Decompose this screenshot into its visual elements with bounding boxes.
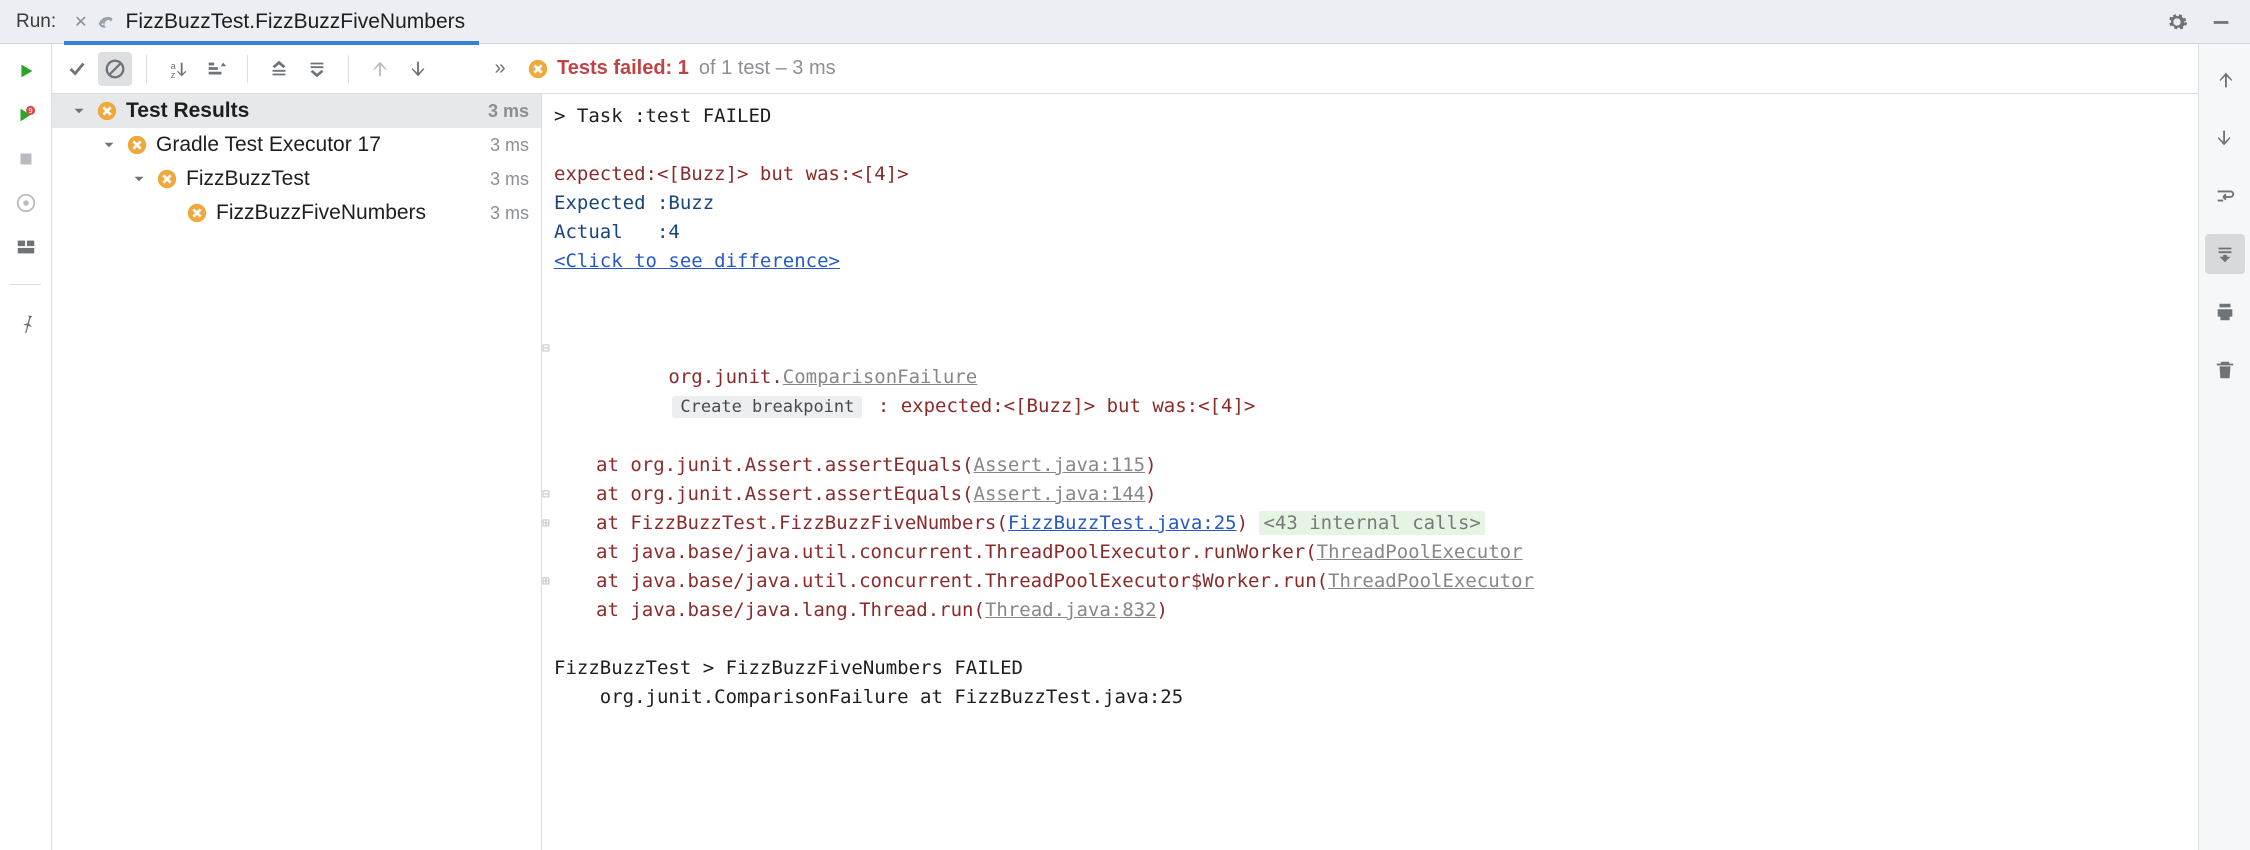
fold-icon[interactable]: ⊟ [542, 334, 550, 363]
pin-icon[interactable] [15, 311, 37, 333]
console-line: at java.base/java.lang.Thread.run(Thread… [554, 596, 2196, 625]
chevron-down-icon[interactable] [70, 102, 88, 120]
fold-icon[interactable]: ⊞ [542, 567, 550, 596]
scroll-to-end-icon[interactable] [2205, 234, 2245, 274]
console-line: Actual :4 [554, 218, 2196, 247]
next-failed-icon[interactable] [401, 52, 435, 86]
show-ignored-tests-icon[interactable] [98, 52, 132, 86]
close-tab-icon[interactable]: ✕ [74, 12, 87, 32]
tree-label: Gradle Test Executor 17 [156, 133, 381, 157]
rerun-icon[interactable] [15, 60, 37, 82]
svg-text:9: 9 [28, 106, 32, 115]
prev-failed-icon[interactable] [363, 52, 397, 86]
fail-badge-icon [126, 134, 148, 156]
tree-row[interactable]: FizzBuzzTest 3 ms [52, 162, 541, 196]
trash-icon[interactable] [2205, 350, 2245, 390]
stack-link[interactable]: Assert.java:115 [974, 454, 1146, 476]
console-line: org.junit.ComparisonFailure at FizzBuzzT… [554, 683, 2196, 712]
stop-icon[interactable] [15, 148, 37, 170]
console-line: expected:<[Buzz]> but was:<[4]> [554, 160, 2196, 189]
soft-wrap-icon[interactable] [2205, 176, 2245, 216]
show-passed-icon[interactable] [15, 192, 37, 214]
fold-icon[interactable]: ⊞ [542, 509, 550, 538]
scroll-up-icon[interactable] [2205, 60, 2245, 100]
tree-time: 3 ms [490, 169, 529, 190]
tree-label: Test Results [126, 99, 249, 123]
print-icon[interactable] [2205, 292, 2245, 332]
stack-link[interactable]: ThreadPoolExecutor [1328, 570, 1534, 592]
show-passed-tests-icon[interactable] [60, 52, 94, 86]
console-line: ⊞at FizzBuzzTest.FizzBuzzFiveNumbers(Fiz… [554, 509, 2196, 538]
test-toolbar: az » Tests fa [52, 44, 2198, 94]
settings-icon[interactable] [2166, 11, 2188, 33]
tree-row[interactable]: FizzBuzzFiveNumbers 3 ms [52, 196, 541, 230]
more-icon[interactable]: » [483, 52, 517, 86]
console-line: FizzBuzzTest > FizzBuzzFiveNumbers FAILE… [554, 654, 2196, 683]
stack-link[interactable]: Thread.java:832 [985, 599, 1157, 621]
fail-badge-icon [96, 100, 118, 122]
expand-all-icon[interactable] [262, 52, 296, 86]
chevron-down-icon[interactable] [100, 136, 118, 154]
tests-rest-label: of 1 test – 3 ms [699, 57, 836, 80]
console-line: ⊟at org.junit.Assert.assertEquals(Assert… [554, 480, 2196, 509]
test-summary: Tests failed: 1 of 1 test – 3 ms [557, 57, 836, 80]
test-tree[interactable]: Test Results 3 ms Gradle Test Executor 1… [52, 94, 542, 850]
console-line: Expected :Buzz [554, 189, 2196, 218]
minimize-icon[interactable] [2210, 11, 2232, 33]
tree-time: 3 ms [490, 135, 529, 156]
tree-time: 3 ms [490, 203, 529, 224]
create-breakpoint-chip[interactable]: Create breakpoint [672, 396, 862, 418]
sort-alpha-icon[interactable]: az [161, 52, 195, 86]
tab-title: FizzBuzzTest.FizzBuzzFiveNumbers [126, 10, 466, 34]
console-output[interactable]: > Task :test FAILED expected:<[Buzz]> bu… [542, 94, 2198, 850]
console-line: ⊟ org.junit.ComparisonFailure Create bre… [554, 305, 2196, 451]
fail-badge-icon [156, 168, 178, 190]
chevron-down-icon[interactable] [130, 170, 148, 188]
see-difference-link[interactable]: <Click to see difference> [554, 250, 840, 272]
collapse-all-icon[interactable] [300, 52, 334, 86]
scroll-down-icon[interactable] [2205, 118, 2245, 158]
console-line: at org.junit.Assert.assertEquals(Assert.… [554, 451, 2196, 480]
fail-badge-icon [186, 202, 208, 224]
run-config-tab[interactable]: ✕ FizzBuzzTest.FizzBuzzFiveNumbers [64, 0, 479, 44]
tests-failed-label: Tests failed: 1 [557, 57, 689, 80]
sort-duration-icon[interactable] [199, 52, 233, 86]
fold-icon[interactable]: ⊟ [542, 480, 550, 509]
stack-link[interactable]: FizzBuzzTest.java:25 [1008, 512, 1237, 534]
exception-class-link[interactable]: ComparisonFailure [783, 366, 977, 388]
tree-time: 3 ms [488, 101, 529, 122]
tree-row[interactable]: Test Results 3 ms [52, 94, 541, 128]
stack-link[interactable]: ThreadPoolExecutor [1317, 541, 1523, 563]
test-fail-icon [527, 58, 549, 80]
stack-link[interactable]: Assert.java:144 [974, 483, 1146, 505]
left-tool-gutter: 9 [0, 44, 52, 850]
rerun-failed-icon[interactable]: 9 [15, 104, 37, 126]
tree-label: FizzBuzzTest [186, 167, 310, 191]
run-header: Run: ✕ FizzBuzzTest.FizzBuzzFiveNumbers [0, 0, 2250, 44]
console-line: > Task :test FAILED [554, 102, 2196, 131]
internal-calls-chip[interactable]: <43 internal calls> [1259, 511, 1484, 535]
gradle-icon [96, 11, 118, 33]
tree-label: FizzBuzzFiveNumbers [216, 201, 426, 225]
svg-text:z: z [171, 70, 176, 80]
console-line: ⊞at java.base/java.util.concurrent.Threa… [554, 567, 2196, 596]
console-line: at java.base/java.util.concurrent.Thread… [554, 538, 2196, 567]
active-tab-underline [64, 41, 479, 45]
run-label: Run: [8, 11, 64, 33]
layout-icon[interactable] [15, 236, 37, 258]
right-tool-gutter [2198, 44, 2250, 850]
tree-row[interactable]: Gradle Test Executor 17 3 ms [52, 128, 541, 162]
